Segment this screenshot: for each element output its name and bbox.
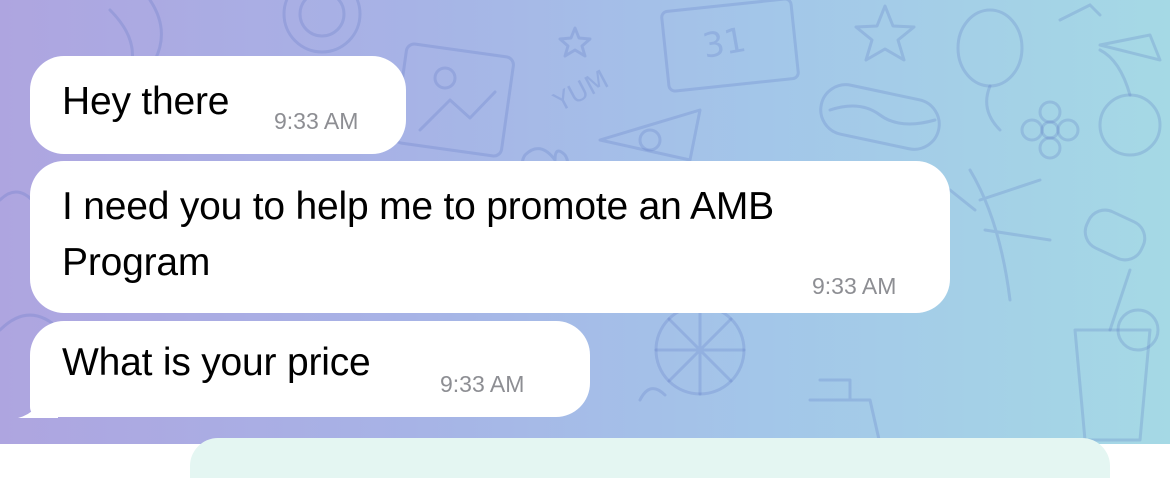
balloon-icon [956, 8, 1024, 132]
calendar-icon: 31 [660, 0, 800, 93]
star-icon [558, 26, 592, 58]
earbuds-icon [1083, 208, 1147, 262]
cherry-icon [1098, 33, 1162, 157]
pizza-icon [598, 108, 702, 162]
message-text: I need you to help me to promote an AMB … [62, 185, 774, 284]
photo-icon [393, 42, 515, 158]
drink-icon [1073, 268, 1160, 442]
message-text: Hey there [62, 80, 230, 123]
yum-doodle-text: YUM [548, 65, 614, 119]
message-bubble[interactable]: Hey there 9:33 AM [30, 56, 406, 154]
palm-leaf-icon [948, 168, 1052, 302]
star-icon [854, 4, 916, 62]
hotdog-icon [819, 83, 941, 151]
message-bubble[interactable]: I need you to help me to promote an AMB … [30, 161, 950, 313]
flower-icon [1020, 100, 1080, 160]
message-timestamp: 9:33 AM [812, 273, 897, 299]
citrus-icon [654, 304, 746, 396]
message-timestamp: 9:33 AM [274, 108, 359, 134]
message-bubble[interactable]: What is your price 9:33 AM [30, 321, 590, 417]
key-icon [1058, 3, 1102, 22]
message-timestamp: 9:33 AM [440, 371, 525, 397]
bubble-tail [18, 392, 58, 418]
camera-icon [282, 0, 362, 54]
outgoing-message-bubble[interactable] [190, 438, 1110, 478]
message-text: What is your price [62, 341, 371, 384]
calendar-number: 31 [700, 20, 750, 67]
drink-icon [808, 378, 882, 444]
